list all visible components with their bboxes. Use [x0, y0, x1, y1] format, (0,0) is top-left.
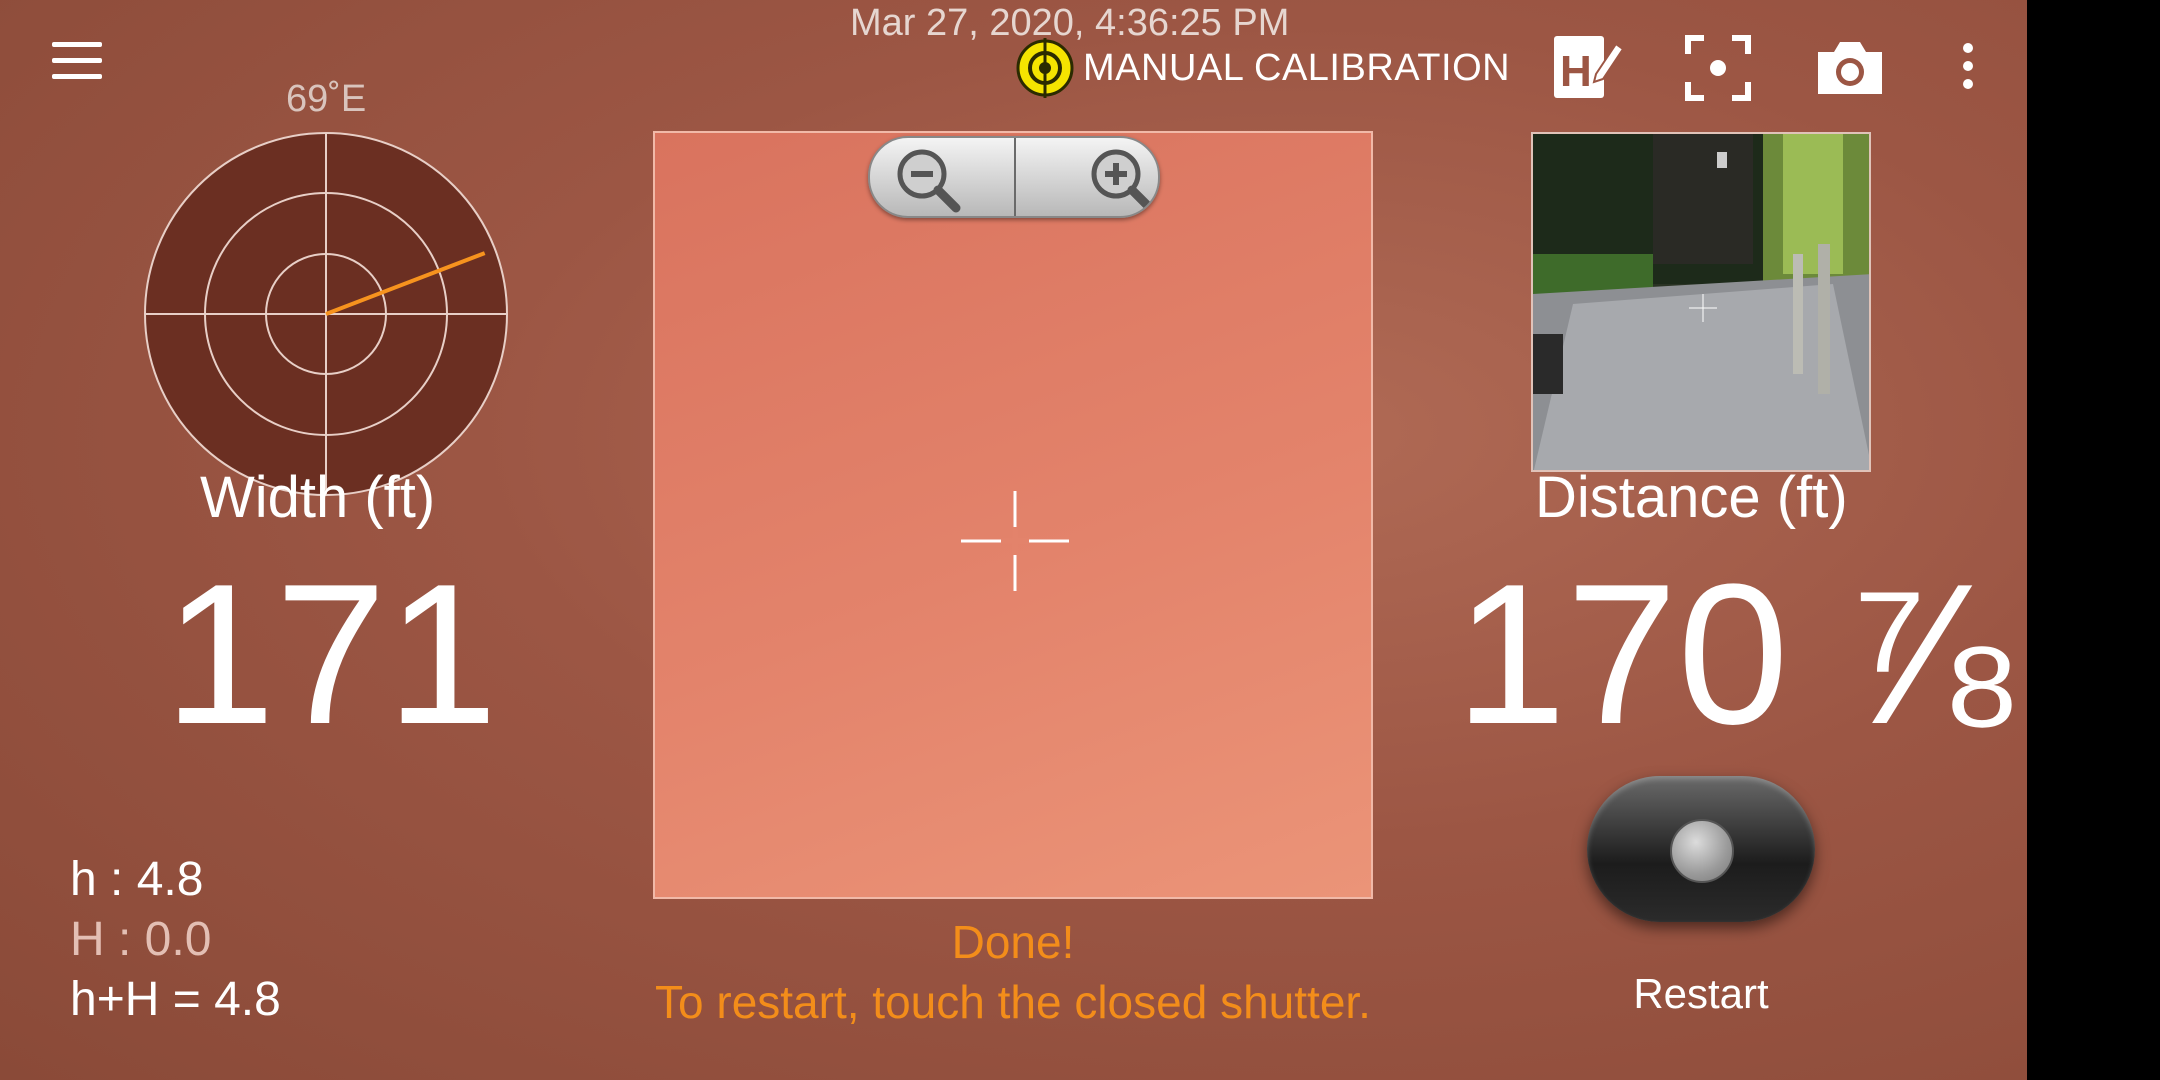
zoom-out-icon	[897, 149, 961, 213]
shutter-button[interactable]	[1587, 776, 1815, 922]
more-vert-icon[interactable]	[1950, 30, 1986, 106]
svg-text:H: H	[1560, 47, 1592, 96]
right-edge-bar	[2027, 0, 2160, 1080]
zoom-control	[868, 136, 1160, 218]
compass-dial	[144, 132, 508, 496]
camera-icon[interactable]	[1812, 30, 1888, 106]
restart-label: Restart	[1633, 970, 1769, 1017]
distance-value: 170 ⅞	[1455, 543, 2012, 766]
crosshair-icon	[961, 491, 1069, 591]
manual-calibration-button[interactable]: MANUAL CALIBRATION	[1015, 38, 1510, 98]
focus-frame-icon[interactable]	[1680, 30, 1756, 106]
height-edit-icon[interactable]: H	[1550, 30, 1626, 106]
status-done: Done!	[951, 916, 1075, 968]
zoom-in-button[interactable]	[1014, 138, 1158, 216]
width-value: 171	[164, 543, 498, 766]
photo-thumbnail[interactable]	[1531, 132, 1871, 472]
hamburger-menu-icon[interactable]	[44, 42, 110, 88]
stat-h: h : 4.8	[70, 853, 204, 906]
target-icon	[1015, 38, 1075, 98]
compass-heading-label: 69˚E	[286, 78, 367, 120]
zoom-in-icon	[1091, 149, 1155, 213]
width-label: Width (ft)	[200, 465, 436, 530]
camera-viewfinder[interactable]	[653, 131, 1373, 899]
distance-label: Distance (ft)	[1535, 465, 1848, 530]
shutter-dot	[1670, 819, 1734, 883]
zoom-out-button[interactable]	[870, 138, 1014, 216]
calibration-label: MANUAL CALIBRATION	[1083, 46, 1511, 89]
